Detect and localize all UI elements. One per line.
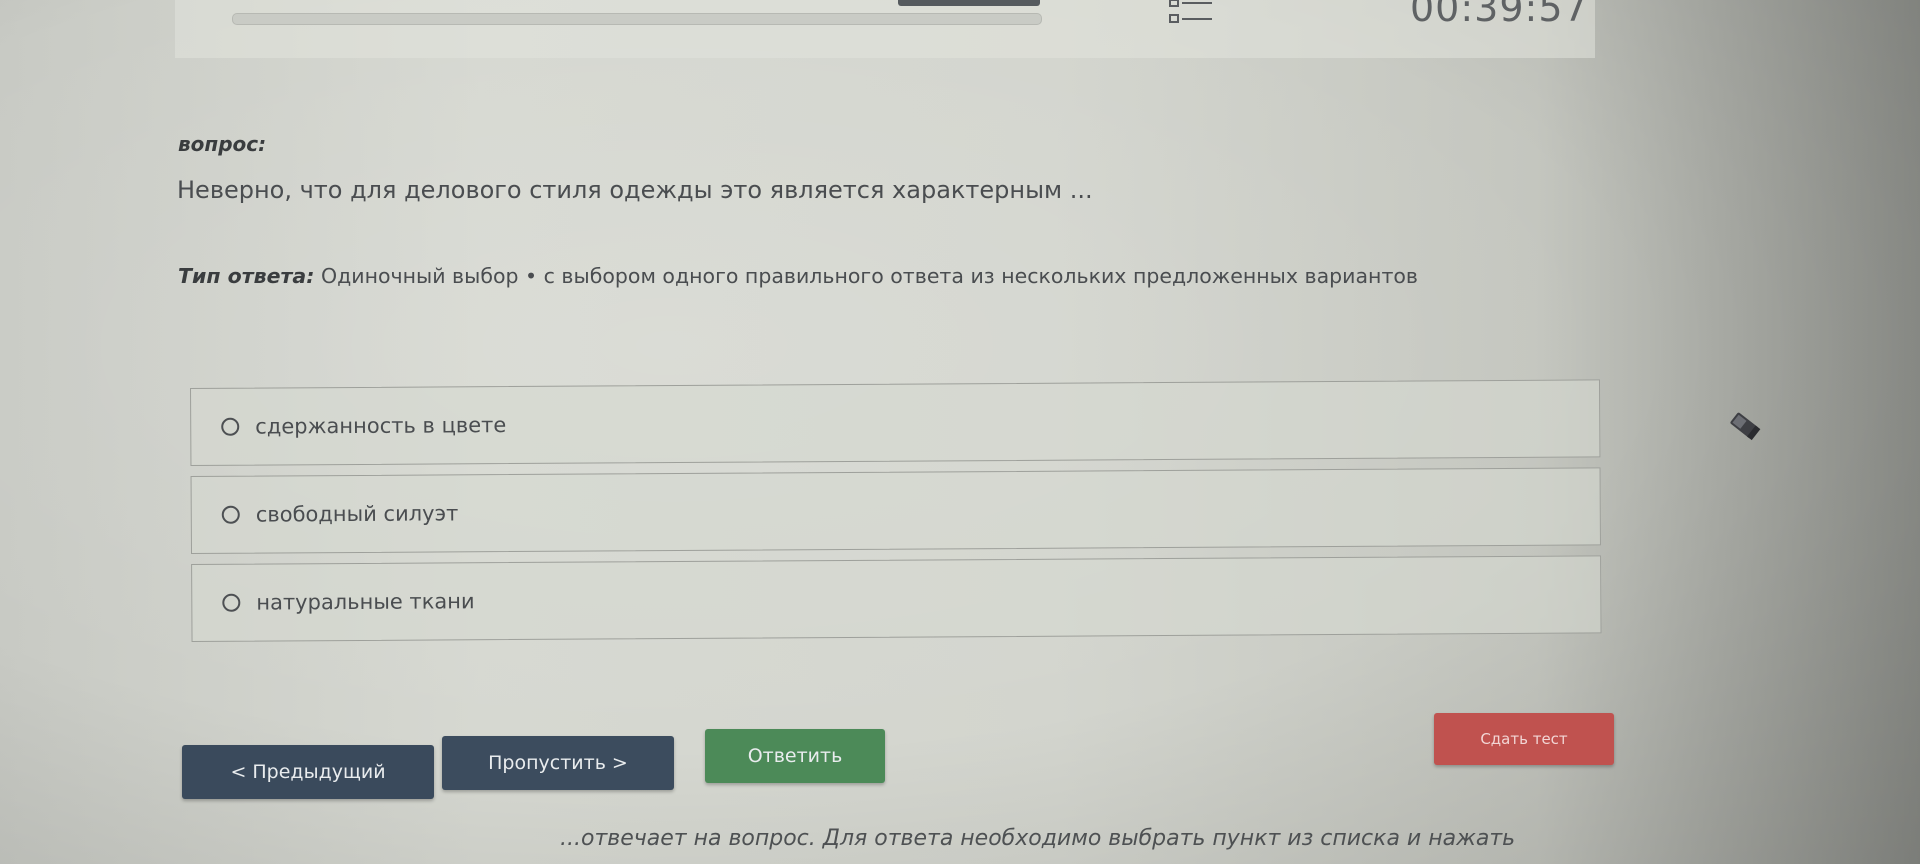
answer-option[interactable]: сдержанность в цвете (190, 379, 1601, 466)
answer-option[interactable]: натуральные ткани (191, 555, 1602, 642)
answer-option[interactable]: свободный силуэт (190, 467, 1601, 554)
question-text: Неверно, что для делового стиля одежды э… (177, 176, 1093, 204)
progress-indicator (898, 0, 1040, 6)
answer-option-label: свободный силуэт (255, 501, 459, 527)
answer-option-label: сдержанность в цвете (255, 413, 507, 439)
skip-button[interactable]: Пропустить > (442, 736, 674, 790)
pencil-cursor-icon (1730, 412, 1761, 441)
radio-button-icon[interactable] (221, 505, 240, 524)
question-progress-bar[interactable] (232, 13, 1042, 25)
radio-button-icon[interactable] (221, 417, 240, 436)
answer-button[interactable]: Ответить (705, 729, 885, 783)
submit-test-button[interactable]: Сдать тест (1434, 713, 1614, 765)
instruction-hint: ...отвечает на вопрос. Для ответа необхо… (560, 826, 1516, 851)
answer-options: сдержанность в цвете свободный силуэт на… (190, 379, 1602, 652)
answer-type: Тип ответа: Одиночный выбор • с выбором … (178, 264, 1418, 288)
list-icon[interactable] (1168, 0, 1214, 26)
question-label: вопрос: (178, 132, 267, 156)
top-bar (175, 0, 1595, 58)
radio-button-icon[interactable] (222, 593, 241, 612)
previous-button[interactable]: < Предыдущий (182, 745, 434, 799)
answer-type-label: Тип ответа: (178, 264, 315, 288)
countdown-timer: 00:39:57 (1410, 0, 1589, 30)
answer-type-value: Одиночный выбор • с выбором одного прави… (320, 264, 1419, 288)
answer-option-label: натуральные ткани (256, 589, 475, 615)
